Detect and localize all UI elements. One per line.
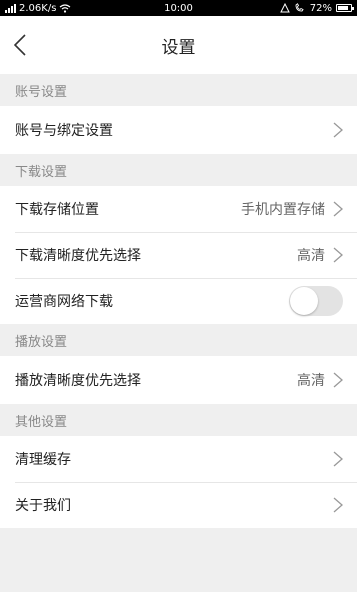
download-location-label: 下载存储位置 <box>15 202 99 218</box>
chevron-right-icon <box>333 201 343 217</box>
wifi-icon <box>60 3 71 13</box>
row-right <box>333 451 343 467</box>
account-binding-row[interactable]: 账号与绑定设置 <box>0 106 357 154</box>
carrier-download-row: 运营商网络下载 <box>0 278 357 324</box>
section-header-other: 其他设置 <box>0 404 357 436</box>
clear-cache-label: 清理缓存 <box>15 452 71 468</box>
battery-icon <box>336 4 354 12</box>
section-header-account: 账号设置 <box>0 74 357 106</box>
status-bar: 2.06K/s 10:00 72% <box>0 0 357 16</box>
toggle-knob <box>290 287 318 315</box>
carrier-download-toggle[interactable] <box>289 286 343 316</box>
row-right: 手机内置存储 <box>241 199 343 219</box>
about-us-label: 关于我们 <box>15 498 71 514</box>
row-right: 高清 <box>297 370 343 390</box>
download-location-value: 手机内置存储 <box>241 202 325 218</box>
row-right <box>289 286 343 316</box>
battery-percent: 72% <box>309 2 332 14</box>
download-quality-value: 高清 <box>297 248 325 264</box>
clear-cache-row[interactable]: 清理缓存 <box>0 436 357 482</box>
account-binding-label: 账号与绑定设置 <box>15 123 113 139</box>
alarm-icon <box>279 3 290 13</box>
chevron-right-icon <box>333 372 343 388</box>
playback-quality-row[interactable]: 播放清晰度优先选择 高清 <box>0 356 357 404</box>
call-icon <box>295 3 304 12</box>
playback-quality-label: 播放清晰度优先选择 <box>15 373 141 389</box>
row-right: 高清 <box>297 245 343 265</box>
chevron-right-icon <box>333 247 343 263</box>
chevron-left-icon <box>14 34 26 56</box>
chevron-right-icon <box>333 122 343 138</box>
carrier-download-label: 运营商网络下载 <box>15 294 113 310</box>
download-quality-label: 下载清晰度优先选择 <box>15 248 141 264</box>
nav-bar: 设置 <box>0 16 357 74</box>
row-right <box>333 497 343 513</box>
section-header-playback: 播放设置 <box>0 324 357 356</box>
download-location-row[interactable]: 下载存储位置 手机内置存储 <box>0 186 357 232</box>
row-right <box>333 122 343 138</box>
chevron-right-icon <box>333 451 343 467</box>
signal-icon <box>5 3 16 13</box>
back-button[interactable] <box>10 32 30 58</box>
status-right: 72% <box>279 2 354 14</box>
page-title: 设置 <box>161 37 196 58</box>
chevron-right-icon <box>333 497 343 513</box>
network-speed: 2.06K/s <box>19 2 57 14</box>
playback-quality-value: 高清 <box>297 373 325 389</box>
download-quality-row[interactable]: 下载清晰度优先选择 高清 <box>0 232 357 278</box>
status-left: 2.06K/s <box>5 3 71 14</box>
section-header-download: 下载设置 <box>0 154 357 186</box>
about-us-row[interactable]: 关于我们 <box>0 482 357 528</box>
